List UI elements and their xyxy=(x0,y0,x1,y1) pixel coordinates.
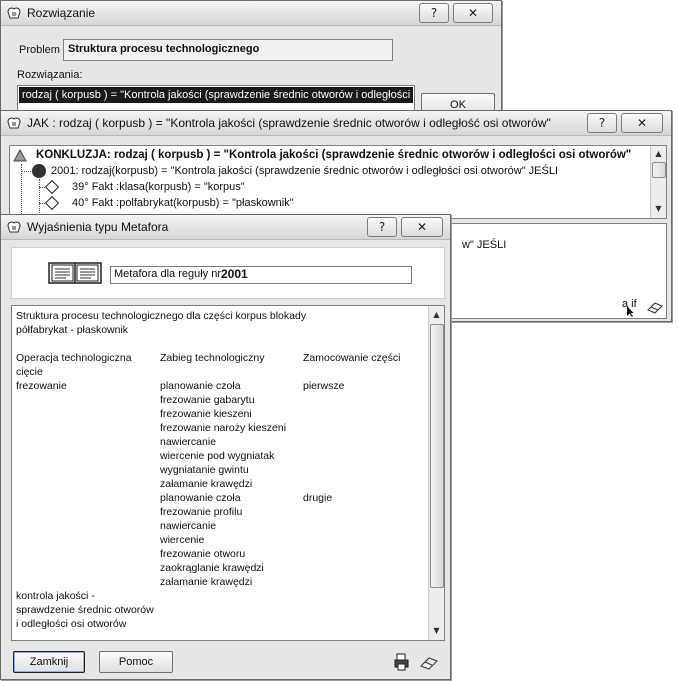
column-header: Operacja technologiczna xyxy=(16,352,132,364)
metafora-rule-prefix: Metafora dla reguły nr xyxy=(114,268,221,280)
scroll-thumb[interactable] xyxy=(430,324,444,588)
metafora-rule-number: 2001 xyxy=(221,267,248,281)
procedure-text: wiercenie xyxy=(160,534,205,546)
scroll-up-arrow-icon[interactable]: ▲ xyxy=(652,147,665,160)
rule-text[interactable]: 2001: rodzaj(korpusb) = "Kontrola jakośc… xyxy=(51,165,558,177)
problem-value: Struktura procesu technologicznego xyxy=(68,43,260,55)
procedure-text: wiercenie pod wygniatak xyxy=(160,450,275,462)
solutions-label: Rozwiązania: xyxy=(17,69,83,81)
printer-icon[interactable] xyxy=(393,653,411,671)
scroll-down-arrow-icon[interactable]: ▼ xyxy=(430,624,443,637)
operation-text: sprawdzenie średnic otworów xyxy=(16,604,154,616)
intro-line: Struktura procesu technologicznego dla c… xyxy=(16,310,307,322)
warning-triangle-icon xyxy=(13,149,27,162)
column-header: Zamocowanie części xyxy=(303,352,401,364)
close-button[interactable]: ✕ xyxy=(621,113,663,133)
rozwiazanie-titlebar[interactable]: Rozwiązanie ? ✕ xyxy=(1,1,501,26)
scroll-down-arrow-icon[interactable]: ▼ xyxy=(652,202,665,215)
metafora-window: Wyjaśnienia typu Metafora ? ✕ Metafora d… xyxy=(0,214,451,680)
procedure-text: frezowanie gabarytu xyxy=(160,394,255,406)
solution-item-selected[interactable]: rodzaj ( korpusb ) = "Kontrola jakości (… xyxy=(19,87,413,103)
rozwiazanie-window: Rozwiązanie ? ✕ Problem Struktura proces… xyxy=(0,0,502,120)
fact-diamond-icon xyxy=(44,195,60,211)
metafora-title: Wyjaśnienia typu Metafora xyxy=(27,220,169,234)
close-button[interactable]: ✕ xyxy=(401,217,443,237)
operation-text: i odległości osi otworów xyxy=(16,618,127,630)
operation-text: frezowanie xyxy=(16,380,67,392)
problem-label: Problem xyxy=(19,44,60,56)
tree-line xyxy=(39,179,41,215)
procedure-text: nawiercanie xyxy=(160,436,217,448)
help-button[interactable]: ? xyxy=(419,3,449,23)
mounting-text: pierwsze xyxy=(303,380,345,392)
metafora-content[interactable]: Struktura procesu technologicznego dla c… xyxy=(11,305,445,641)
rule-circle-icon xyxy=(32,164,46,178)
procedure-text: nawiercanie xyxy=(160,520,217,532)
app-icon xyxy=(7,117,21,129)
procedure-text: zaokrąglanie krawędzi xyxy=(160,562,264,574)
procedure-text: załamanie krawędzi xyxy=(160,576,253,588)
pomoc-button[interactable]: Pomoc xyxy=(99,651,173,673)
conclusion-text[interactable]: KONKLUZJA: rodzaj ( korpusb ) = "Kontrol… xyxy=(36,149,631,161)
scroll-up-arrow-icon[interactable]: ▲ xyxy=(430,308,443,321)
fact-text[interactable]: 39° Fakt :klasa(korpusb) = "korpus" xyxy=(72,181,245,193)
procedure-text: wygniatanie gwintu xyxy=(160,464,249,476)
procedure-text: załamanie krawędzi xyxy=(160,478,253,490)
procedure-text: planowanie czoła xyxy=(160,492,241,504)
mounting-text: drugie xyxy=(303,492,333,504)
operation-text: cięcie xyxy=(16,366,43,378)
help-button[interactable]: ? xyxy=(587,113,617,133)
solution-item-text: rodzaj ( korpusb ) = "Kontrola jakości (… xyxy=(22,89,411,101)
procedure-text: frezowanie otworu xyxy=(160,548,246,560)
procedure-text: frezowanie kieszeni xyxy=(160,408,252,420)
intro-line: półfabrykat - płaskownik xyxy=(16,324,129,336)
help-button[interactable]: ? xyxy=(367,217,397,237)
procedure-text: frezowanie naroży kieszeni xyxy=(160,422,287,434)
tree-scrollbar[interactable]: ▲ ▼ xyxy=(650,146,666,218)
zamknij-button[interactable]: Zamknij xyxy=(13,651,85,673)
procedure-text: planowanie czoła xyxy=(160,380,241,392)
scroll-thumb[interactable] xyxy=(652,162,666,178)
explanation-tree[interactable]: KONKLUZJA: rodzaj ( korpusb ) = "Kontrol… xyxy=(9,145,667,219)
fact-diamond-icon xyxy=(44,179,60,195)
procedure-text: frezowanie profilu xyxy=(160,506,243,518)
problem-field: Struktura procesu technologicznego xyxy=(63,39,393,61)
jak-titlebar[interactable]: JAK : rodzaj ( korpusb ) = "Kontrola jak… xyxy=(1,111,671,136)
eraser-icon[interactable] xyxy=(419,655,439,670)
content-scrollbar[interactable]: ▲ ▼ xyxy=(428,306,444,640)
cursor-icon xyxy=(627,306,634,317)
column-header: Zabieg technologiczny xyxy=(160,352,265,364)
rozwiazanie-title: Rozwiązanie xyxy=(27,6,96,20)
eraser-icon[interactable] xyxy=(646,300,664,314)
operation-text: kontrola jakości - xyxy=(16,590,95,602)
rule-detail-text: w" JEŚLI xyxy=(462,239,507,251)
close-button[interactable]: ✕ xyxy=(453,3,493,23)
book-icon xyxy=(48,262,102,284)
app-icon xyxy=(7,221,21,233)
metafora-header-panel: Metafora dla reguły nr 2001 xyxy=(11,247,445,299)
metafora-titlebar[interactable]: Wyjaśnienia typu Metafora ? ✕ xyxy=(1,215,450,240)
fact-text[interactable]: 40° Fakt :polfabrykat(korpusb) = "płasko… xyxy=(72,197,294,209)
app-icon xyxy=(7,7,21,19)
jak-title: JAK : rodzaj ( korpusb ) = "Kontrola jak… xyxy=(27,116,551,130)
metafora-rule-field: Metafora dla reguły nr 2001 xyxy=(110,266,412,284)
